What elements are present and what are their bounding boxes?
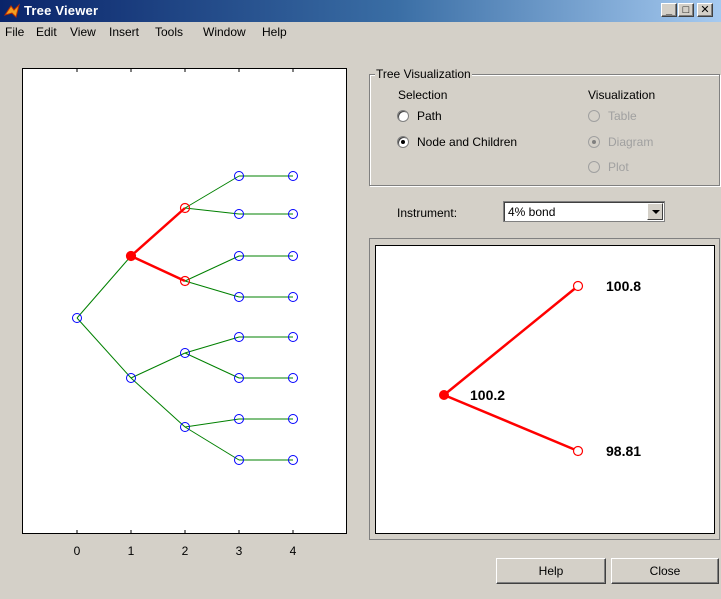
menu-edit[interactable]: Edit [36,25,57,39]
instrument-label: Instrument: [397,206,458,220]
radio-node-and-children[interactable]: Node and Children [397,135,517,149]
close-window-button[interactable]: ✕ [697,3,713,17]
maximize-button[interactable]: □ [678,3,694,17]
radio-indicator [588,161,600,173]
radio-indicator [397,136,409,148]
radio-label: Table [608,109,637,123]
radio-diagram[interactable]: Diagram [588,135,653,149]
radio-indicator [588,136,600,148]
menu-help[interactable]: Help [262,25,287,39]
radio-label: Diagram [608,135,654,149]
x-tick-label: 2 [182,544,189,558]
menu-tools[interactable]: Tools [155,25,183,39]
close-button[interactable]: Close [611,558,719,584]
visualization-heading: Visualization [588,88,656,102]
node-diagram [375,245,715,534]
radio-label: Path [417,109,442,123]
radio-table[interactable]: Table [588,109,637,123]
radio-plot[interactable]: Plot [588,160,629,174]
x-tick-label: 0 [74,544,81,558]
radio-indicator [397,110,409,122]
tree-plot[interactable] [22,68,347,534]
minimize-button[interactable]: _ [661,3,677,17]
menu-file[interactable]: File [5,25,24,39]
radio-label: Node and Children [417,135,518,149]
help-button[interactable]: Help [496,558,606,584]
x-tick-label: 1 [128,544,135,558]
radio-path[interactable]: Path [397,109,442,123]
chevron-down-icon[interactable] [647,203,663,220]
matlab-logo-icon [4,3,20,18]
instrument-select[interactable]: 4% bond [503,201,665,222]
menu-bar: File Edit View Insert Tools Window Help [0,22,721,42]
window-title: Tree Viewer [24,3,99,18]
instrument-value: 4% bond [508,205,556,219]
menu-view[interactable]: View [70,25,96,39]
panel-title: Tree Visualization [375,67,472,81]
selection-heading: Selection [398,88,448,102]
radio-label: Plot [608,160,629,174]
menu-insert[interactable]: Insert [109,25,139,39]
title-bar: Tree Viewer _ □ ✕ [0,0,721,22]
menu-window[interactable]: Window [203,25,246,39]
x-tick-label: 4 [290,544,297,558]
radio-indicator [588,110,600,122]
x-tick-label: 3 [236,544,243,558]
